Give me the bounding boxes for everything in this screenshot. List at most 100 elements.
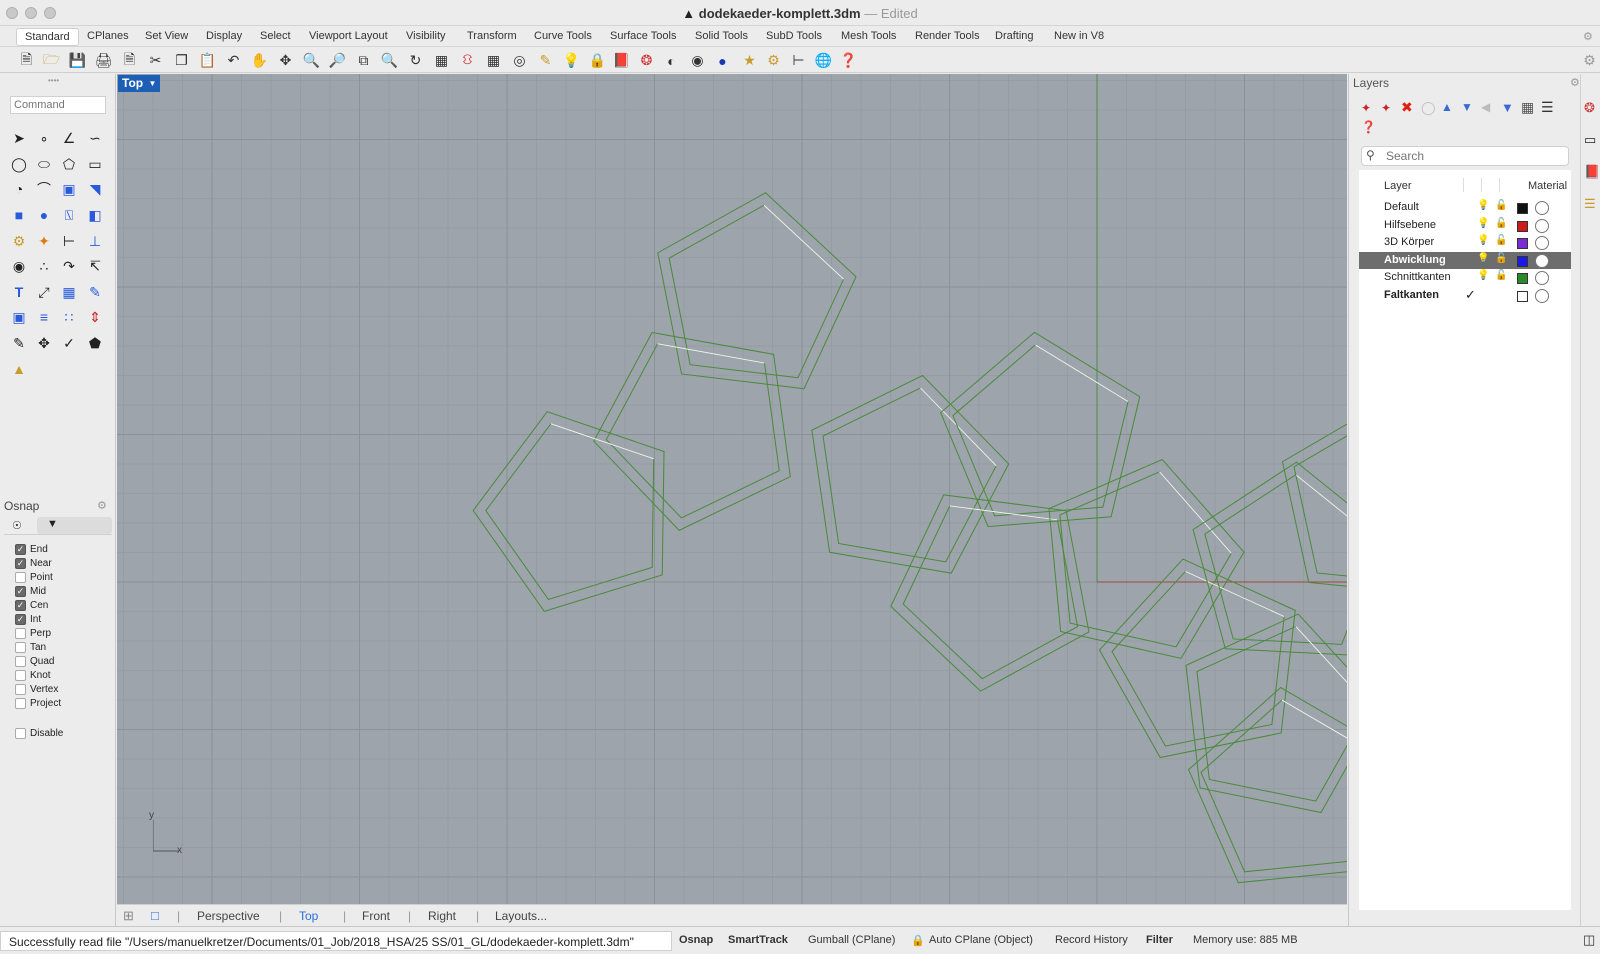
ellipse-icon[interactable]: ⬭: [33, 153, 55, 175]
osnap-checkbox[interactable]: [15, 572, 26, 583]
layer-row[interactable]: Schnittkanten 💡 🔓: [1359, 269, 1571, 286]
text-icon[interactable]: T: [8, 281, 30, 303]
curve-icon[interactable]: ∽: [84, 127, 106, 149]
pan-hand-icon[interactable]: ✋: [250, 51, 269, 70]
filter-toggle[interactable]: Filter: [1146, 934, 1173, 946]
osnap-item-int[interactable]: ✓ Int: [15, 613, 41, 626]
material-sphere-icon[interactable]: ●: [713, 51, 732, 70]
boolean-icon[interactable]: ◉: [8, 255, 30, 277]
tab-drafting[interactable]: Drafting: [995, 30, 1034, 42]
lightbulb-icon[interactable]: 💡: [562, 51, 581, 70]
layer-color-swatch[interactable]: [1517, 238, 1528, 250]
layer-color-swatch[interactable]: [1517, 291, 1528, 302]
layers-help-icon[interactable]: ❓: [1361, 120, 1376, 134]
layer-color-swatch[interactable]: [1517, 255, 1528, 267]
layer-material-icon[interactable]: [1535, 271, 1549, 286]
delete-layer-icon[interactable]: ✖: [1401, 99, 1413, 116]
layer-columns-icon[interactable]: ▦: [1521, 99, 1534, 116]
zoom-extents-icon[interactable]: ⧉: [354, 51, 373, 70]
osnap-item-point[interactable]: Point: [15, 571, 53, 584]
layer-color-swatch[interactable]: [1517, 273, 1528, 285]
current-layer-check-icon[interactable]: ✓: [1465, 287, 1476, 303]
box-icon[interactable]: ■: [8, 204, 30, 226]
osnap-checkbox[interactable]: [15, 642, 26, 653]
layer-material-icon[interactable]: [1535, 201, 1549, 215]
layer-lock-icon[interactable]: 🔓: [1495, 200, 1507, 211]
move-layer-left-icon[interactable]: ◀: [1481, 100, 1490, 114]
grid-plane-icon[interactable]: ▦: [484, 51, 503, 70]
layer-row[interactable]: 3D Körper 💡 🔓: [1359, 234, 1571, 251]
options-gear-icon[interactable]: ⚙: [764, 51, 783, 70]
layer-lock-icon[interactable]: 🔓: [1495, 235, 1507, 246]
layer-name[interactable]: Schnittkanten: [1384, 271, 1451, 283]
layer-visibility-lightbulb-icon[interactable]: 💡: [1477, 218, 1489, 229]
tabs-settings-icon[interactable]: ⚙: [1583, 30, 1593, 43]
viewport-tab-right[interactable]: Right: [428, 909, 456, 923]
osnap-checkbox[interactable]: [15, 628, 26, 639]
command-input[interactable]: [10, 96, 106, 114]
record-history-toggle[interactable]: Record History: [1055, 934, 1128, 946]
layer-row[interactable]: Abwicklung 💡 🔓: [1359, 251, 1571, 269]
auto-cplane-toggle[interactable]: Auto CPlane (Object): [929, 934, 1033, 946]
gear-solid-icon[interactable]: ⚙: [8, 230, 30, 252]
tab-solid-tools[interactable]: Solid Tools: [695, 30, 748, 42]
osnap-item-vertex[interactable]: Vertex: [15, 683, 58, 696]
osnap-toggle[interactable]: Osnap: [679, 934, 713, 946]
layer-search-input[interactable]: [1361, 146, 1569, 166]
zoom-icon[interactable]: 🔍: [302, 51, 321, 70]
color-wheel-icon[interactable]: ❂: [637, 51, 656, 70]
cylinder-icon[interactable]: ⍂: [58, 204, 80, 226]
rectangle-icon[interactable]: ▭: [84, 153, 106, 175]
osnap-checkbox[interactable]: ✓: [15, 600, 26, 611]
osnap-checkbox[interactable]: ✓: [15, 544, 26, 555]
osnap-checkbox[interactable]: [15, 670, 26, 681]
layer-visibility-lightbulb-icon[interactable]: 💡: [1477, 253, 1489, 264]
osnap-item-knot[interactable]: Knot: [15, 669, 51, 682]
osnap-checkbox[interactable]: ✓: [15, 586, 26, 597]
move-layer-down-icon[interactable]: ▼: [1461, 100, 1473, 114]
new-sublayer-icon[interactable]: ✦: [1381, 101, 1391, 115]
layer-lock-icon[interactable]: 🔓: [1495, 253, 1507, 264]
toolbar-settings-icon[interactable]: ⚙: [1580, 51, 1599, 70]
extrude-icon[interactable]: ◧: [84, 204, 106, 226]
fillet-icon[interactable]: ⌒: [33, 178, 55, 200]
surface-icon[interactable]: ▣: [58, 178, 80, 200]
light-icon[interactable]: ★: [740, 51, 759, 70]
osnap-point-mode-icon[interactable]: ☉: [12, 519, 22, 532]
layer-visibility-lightbulb-icon[interactable]: 💡: [1477, 235, 1489, 246]
tab-new-in-v8[interactable]: New in V8: [1054, 30, 1104, 42]
viewport-canvas[interactable]: [117, 74, 1347, 904]
layer-color-swatch[interactable]: [1517, 203, 1528, 214]
bend-icon[interactable]: ↷: [58, 255, 80, 277]
scale-icon[interactable]: ⤢: [33, 281, 55, 303]
layer-lock-icon[interactable]: 🔓: [1495, 218, 1507, 229]
mesh-icon[interactable]: ⬟: [84, 332, 106, 354]
tab-viewport-layout[interactable]: Viewport Layout: [309, 30, 388, 42]
new-layer-icon[interactable]: ✦: [1361, 101, 1371, 115]
paste-icon[interactable]: 📋: [198, 51, 217, 70]
trim-icon[interactable]: ⊢: [58, 230, 80, 252]
osnap-checkbox[interactable]: ✓: [15, 614, 26, 625]
edit-surface-icon[interactable]: ✎: [84, 281, 106, 303]
osnap-item-perp[interactable]: Perp: [15, 627, 51, 640]
four-viewports-icon[interactable]: ▦: [432, 51, 451, 70]
contour-icon[interactable]: ≡: [33, 306, 55, 328]
color-wheel-icon[interactable]: ❂: [1584, 100, 1595, 116]
tab-select[interactable]: Select: [260, 30, 291, 42]
layers-menu-icon[interactable]: ☰: [1541, 99, 1554, 116]
layer-filter-icon[interactable]: ◯: [1421, 100, 1436, 116]
unroll-icon[interactable]: ✎: [8, 332, 30, 354]
cut-icon[interactable]: ✂: [146, 51, 165, 70]
split-icon[interactable]: ⊥: [84, 230, 106, 252]
osnap-checkbox[interactable]: [15, 698, 26, 709]
display-monitor-icon[interactable]: ▭: [1584, 132, 1596, 148]
layer-row[interactable]: Faltkanten ✓: [1359, 287, 1571, 304]
sidebar-toggle-icon[interactable]: ◫: [1583, 932, 1595, 948]
osnap-item-end[interactable]: ✓ End: [15, 543, 48, 556]
tab-visibility[interactable]: Visibility: [406, 30, 446, 42]
filter-funnel-icon[interactable]: ▼: [1501, 100, 1514, 115]
osnap-item-mid[interactable]: ✓ Mid: [15, 585, 46, 598]
viewport-tab-top[interactable]: Top: [299, 909, 318, 923]
layer-row[interactable]: Default 💡 🔓: [1359, 199, 1571, 216]
point-icon[interactable]: ∘: [33, 127, 55, 149]
